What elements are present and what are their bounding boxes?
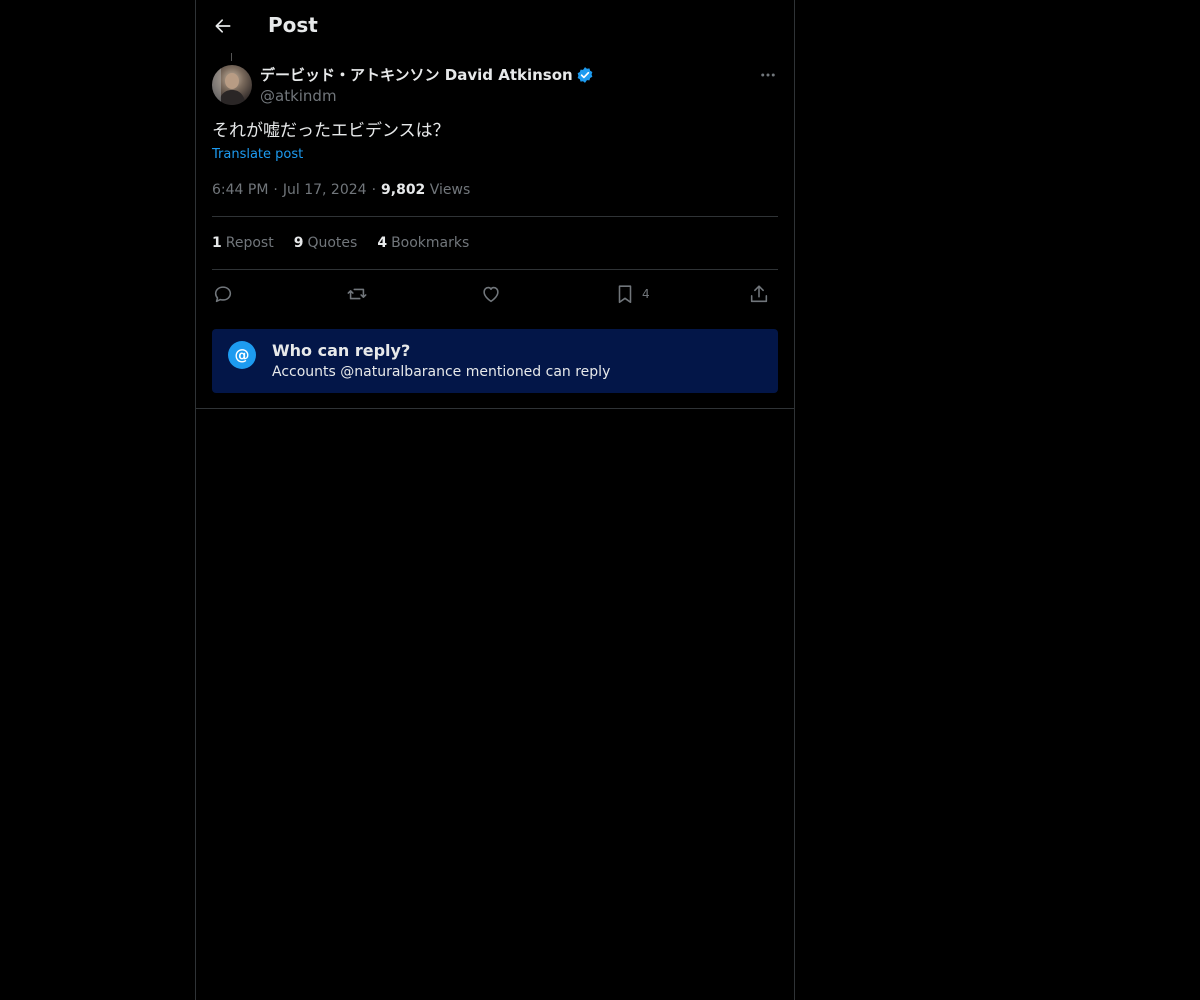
action-bar: 4 xyxy=(212,280,778,308)
tweet-text: それが嘘だったエビデンスは？ xyxy=(212,121,450,141)
tweet-date[interactable]: Jul 17, 2024 xyxy=(283,182,367,198)
divider xyxy=(212,269,778,270)
more-options-button[interactable] xyxy=(756,64,780,86)
reply-icon xyxy=(214,286,232,303)
author-name-row[interactable]: デービッド・アトキンソン David Atkinson xyxy=(260,64,594,86)
avatar-image xyxy=(212,65,246,105)
reply-button[interactable] xyxy=(212,280,234,308)
views-label: Views xyxy=(429,182,471,198)
heart-icon xyxy=(483,286,499,303)
author-handle[interactable]: @atkindm xyxy=(260,86,594,106)
bookmark-count: 4 xyxy=(642,287,650,301)
at-sign-icon: @ xyxy=(228,341,256,369)
divider xyxy=(196,408,794,409)
tweet-time[interactable]: 6:44 PM xyxy=(212,182,268,198)
main-column: Post デービッド・アトキンソン David Atkinson @atkind… xyxy=(195,0,795,1000)
page-header: Post xyxy=(196,0,794,53)
more-horizontal-icon xyxy=(761,73,775,77)
page-title: Post xyxy=(268,13,318,37)
author-name: デービッド・アトキンソン David Atkinson xyxy=(260,66,573,84)
repost-icon xyxy=(347,288,367,300)
bookmark-icon xyxy=(618,285,632,304)
share-button[interactable] xyxy=(748,280,770,308)
verified-badge-icon xyxy=(576,66,594,84)
repost-button[interactable] xyxy=(346,280,368,308)
arrow-left-icon xyxy=(215,19,231,33)
engagement-stats: 1 Repost 9 Quotes 4 Bookmarks xyxy=(212,233,489,253)
divider xyxy=(212,216,778,217)
like-button[interactable] xyxy=(480,280,502,308)
tweet-meta: 6:44 PM · Jul 17, 2024 · 9,802 Views xyxy=(212,182,471,198)
author-info: デービッド・アトキンソン David Atkinson @atkindm xyxy=(260,64,594,106)
reply-restriction-notice: @ Who can reply? Accounts @naturalbaranc… xyxy=(212,329,778,393)
share-icon xyxy=(750,285,768,303)
reposts-stat[interactable]: 1 Repost xyxy=(212,233,274,253)
thread-connector xyxy=(231,53,232,61)
reply-restriction-title: Who can reply? xyxy=(272,341,411,360)
bookmark-button[interactable]: 4 xyxy=(614,280,650,308)
views-count: 9,802 xyxy=(381,182,426,198)
translate-post-link[interactable]: Translate post xyxy=(212,146,303,164)
quotes-stat[interactable]: 9 Quotes xyxy=(294,233,358,253)
reply-restriction-subtitle: Accounts @naturalbarance mentioned can r… xyxy=(272,364,611,380)
back-button[interactable] xyxy=(208,11,238,41)
bookmarks-stat[interactable]: 4 Bookmarks xyxy=(377,233,469,253)
avatar[interactable] xyxy=(212,65,252,105)
